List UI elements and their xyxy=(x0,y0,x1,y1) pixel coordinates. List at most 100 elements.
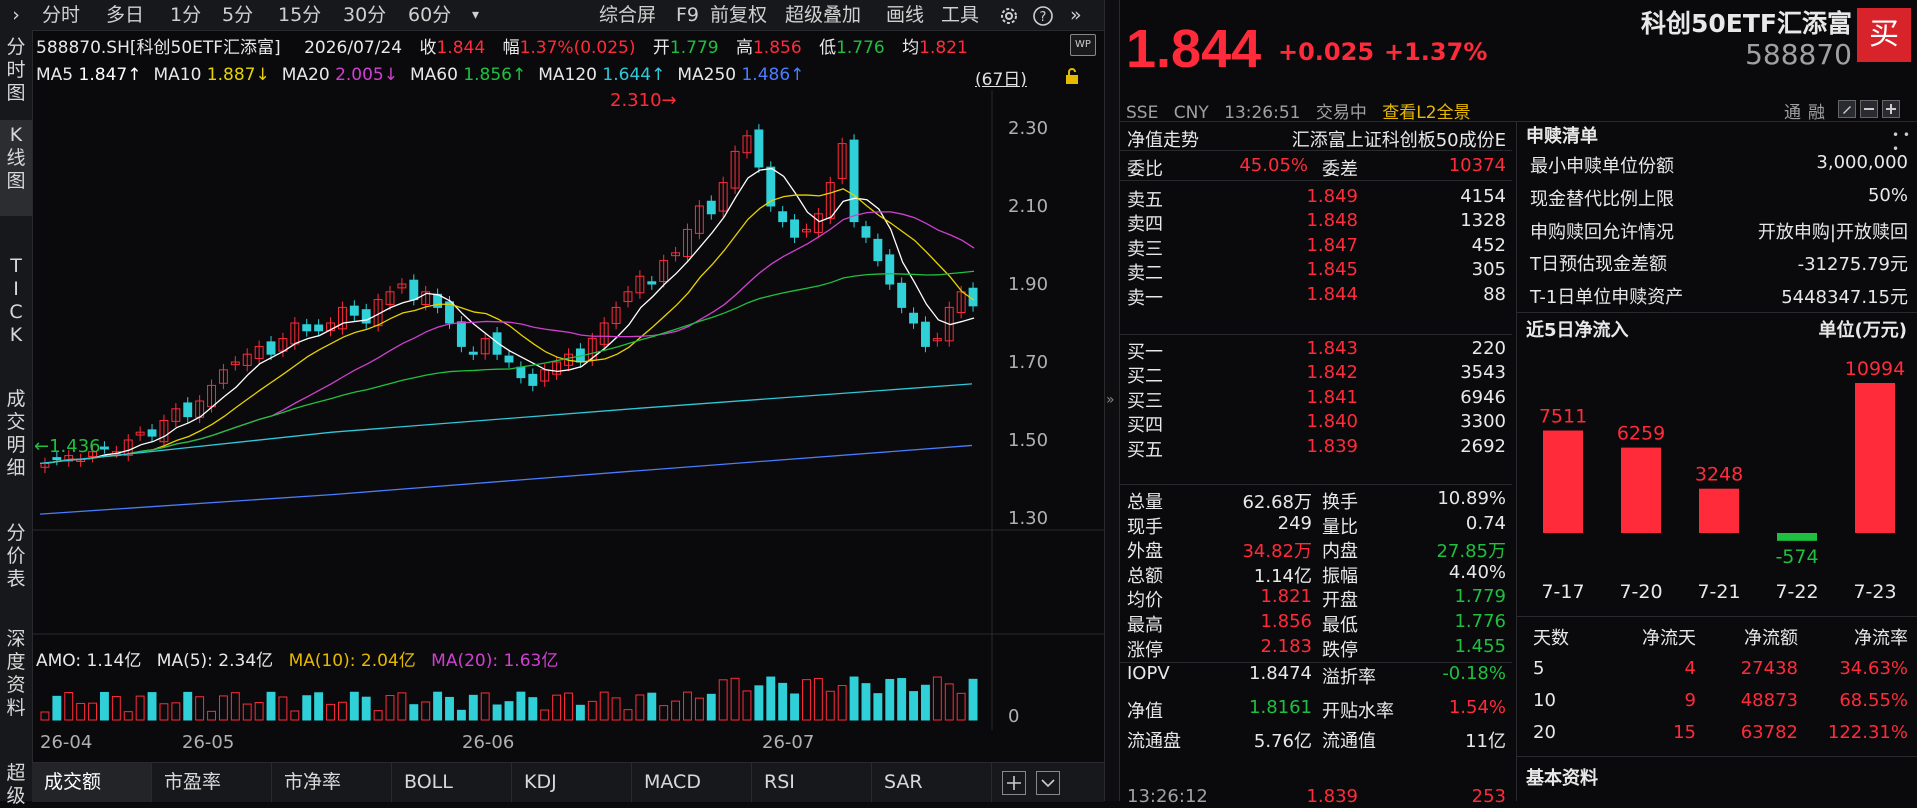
price-axis-label: 1.70 xyxy=(1008,352,1048,373)
period-tab-30min[interactable]: 30分 xyxy=(343,0,386,30)
bid-price: 1.840 xyxy=(1306,411,1358,433)
stat-value: 27.85万 xyxy=(1436,541,1506,563)
amo-ma10: MA(10): 2.04亿 xyxy=(288,651,416,671)
flow-table-header: 净流率 xyxy=(1854,628,1908,649)
indicator-tab-boll[interactable]: BOLL xyxy=(392,763,512,802)
volume-bar xyxy=(635,694,645,721)
minus-icon[interactable] xyxy=(1860,100,1878,118)
volume-bar xyxy=(956,692,966,721)
candle xyxy=(849,139,859,223)
period-tab-multiday[interactable]: 多日 xyxy=(106,0,144,30)
volume-bar xyxy=(52,695,62,721)
help-icon[interactable]: ? xyxy=(1032,0,1054,30)
candle xyxy=(921,321,930,347)
stat-value: 62.68万 xyxy=(1242,492,1312,513)
net-inflow-bar-chart: 7511 7-17 6259 7-20 3248 7-21 -574 7-22 10994 7-2… xyxy=(1539,358,1905,603)
stat-label: 总额 xyxy=(1127,565,1163,587)
stat-label: 换手 xyxy=(1322,492,1358,513)
flow-table-cell: 5 xyxy=(1533,658,1545,679)
nav-trend-label[interactable]: 净值走势 xyxy=(1127,126,1199,152)
weibi-label: 委比 xyxy=(1127,159,1163,180)
date-axis-label: 26-06 xyxy=(462,732,514,750)
indicator-tab-pb[interactable]: 市净率 xyxy=(272,763,392,802)
ask-price: 1.849 xyxy=(1306,186,1358,207)
stat-value: 1.821 xyxy=(1260,586,1312,608)
indicator-tab-macd[interactable]: MACD xyxy=(632,763,752,802)
indicator-tab-pe[interactable]: 市盈率 xyxy=(152,763,272,802)
stat-label: 外盘 xyxy=(1127,541,1163,563)
stat-value: 34.82万 xyxy=(1242,541,1312,563)
svg-text:?: ? xyxy=(1040,10,1047,25)
volume-bar xyxy=(468,694,478,721)
double-chevron-right-icon[interactable]: » xyxy=(1070,0,1082,30)
days-badge[interactable]: (67日) xyxy=(975,65,1027,90)
bid-label: 买一 xyxy=(1127,342,1163,363)
toolbar-forward-adjust[interactable]: 前复权 xyxy=(710,0,767,30)
candle xyxy=(99,446,109,450)
flow-title: 近5日净流入 xyxy=(1526,320,1629,341)
buy-button[interactable]: 买 xyxy=(1857,8,1911,62)
tab-super[interactable]: 超级 xyxy=(0,762,32,808)
lock-icon[interactable] xyxy=(1062,66,1082,86)
flow-table-cell: 34.63% xyxy=(1839,658,1908,679)
stat-value: 1.14亿 xyxy=(1253,565,1312,587)
candle xyxy=(147,429,157,437)
volume-bar xyxy=(135,695,145,721)
open-label: 开 xyxy=(652,38,670,58)
stat-value: 1.856 xyxy=(1260,611,1312,632)
period-tab-15min[interactable]: 15分 xyxy=(278,0,321,30)
period-tab-60min[interactable]: 60分 xyxy=(408,0,451,30)
period-more-dropdown[interactable]: ▾ xyxy=(472,0,479,30)
toolbar-f9[interactable]: F9 xyxy=(676,0,699,30)
high-label: 高 xyxy=(735,38,753,58)
add-indicator-icon[interactable] xyxy=(1002,771,1026,795)
dropdown-chevron-icon[interactable] xyxy=(1036,771,1060,795)
volume-bar xyxy=(326,703,335,721)
indicator-tab-kdj[interactable]: KDJ xyxy=(512,763,632,802)
stat-label: 量比 xyxy=(1322,516,1358,538)
toolbar-drawing[interactable]: 画线 xyxy=(886,0,924,30)
ma-legend: MA5 1.847↑ MA10 1.887↓ MA20 2.005↓ MA60 1.8… xyxy=(36,65,804,89)
plus-icon[interactable] xyxy=(1882,100,1900,118)
volume-bar xyxy=(611,697,621,721)
ask-price: 1.847 xyxy=(1306,234,1358,256)
flow-table-cell: 27438 xyxy=(1740,658,1798,679)
tab-depth-data[interactable]: 深度资料 xyxy=(0,628,32,720)
pencil-icon[interactable] xyxy=(1838,100,1856,118)
min-price-label: ←1.436 xyxy=(34,436,101,457)
left-tab-bar: › 分时图 K线图 TICK 成交明细 分价表 深度资料 超级 xyxy=(0,0,33,807)
indicator-tab-amount[interactable]: 成交额 xyxy=(32,763,152,802)
wp-window-icon[interactable]: WP xyxy=(1070,34,1096,56)
etf-stat-value: 5.76亿 xyxy=(1253,731,1312,752)
indicator-tab-rsi[interactable]: RSI xyxy=(752,763,872,802)
tab-price-table[interactable]: 分价表 xyxy=(0,522,32,591)
low-value: 1.776 xyxy=(836,38,885,58)
tab-tick[interactable]: TICK xyxy=(0,255,32,347)
basic-info-title[interactable]: 基本资料 xyxy=(1526,764,1598,790)
tab-fenshi[interactable]: 分时图 xyxy=(0,36,32,105)
period-tab-1min[interactable]: 1分 xyxy=(170,0,201,30)
volume-bar xyxy=(623,709,633,721)
toolbar-tools[interactable]: 工具 xyxy=(941,0,979,30)
gear-icon[interactable] xyxy=(998,0,1020,30)
collapse-chevron-icon[interactable]: › xyxy=(0,0,32,30)
indicator-tab-sar[interactable]: SAR xyxy=(872,763,992,802)
toolbar-composite-screen[interactable]: 综合屏 xyxy=(599,0,656,30)
panel-splitter[interactable]: » xyxy=(1104,0,1120,801)
ma-value-ma60: 1.856↑ xyxy=(463,65,527,85)
expand-chevron-icon[interactable]: » xyxy=(1106,392,1115,408)
period-tab-5min[interactable]: 5分 xyxy=(222,0,253,30)
tab-trade-detail[interactable]: 成交明细 xyxy=(0,388,32,480)
etf-stat-label: 流通值 xyxy=(1322,731,1376,752)
toolbar-super-overlay[interactable]: 超级叠加 xyxy=(785,0,861,30)
ma-value-ma120: 1.644↑ xyxy=(602,65,666,85)
bid-label: 买五 xyxy=(1127,439,1163,461)
volume-bar xyxy=(587,700,597,721)
tab-kline[interactable]: K线图 xyxy=(0,120,32,216)
l2-link[interactable]: 查看L2全景 xyxy=(1382,103,1470,123)
last-trade-time: 13:26:12 xyxy=(1127,786,1208,807)
ask-price: 1.845 xyxy=(1306,259,1358,281)
volume-bar xyxy=(349,691,359,721)
candle xyxy=(314,324,324,332)
period-tab-fenshi[interactable]: 分时 xyxy=(42,0,80,30)
